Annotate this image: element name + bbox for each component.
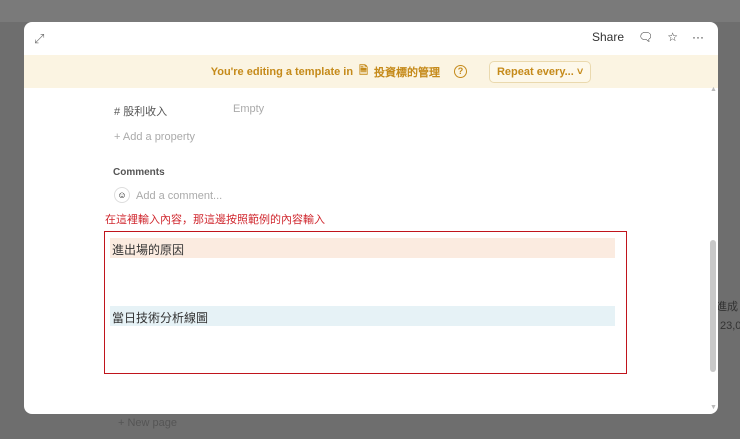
add-property-button[interactable]: + Add a property [114,131,195,143]
comments-heading: Comments [113,167,165,178]
repeat-label: Repeat every... [496,65,574,78]
background-column-header: 進成 [716,301,738,313]
share-button[interactable]: Share [592,30,624,44]
scrollbar-thumb[interactable] [710,240,716,372]
property-row[interactable]: # 股利收入 [114,103,167,119]
avatar: ☺ [114,187,130,203]
background-cell: 23,0 [720,320,740,332]
add-property-label: Add a property [122,131,196,143]
annotation-box: 進出場的原因 當日技術分析線圖 [104,231,627,374]
repeat-dropdown[interactable]: Repeat every... ˅ [488,60,592,83]
banner-text: You're editing a template in [210,65,354,78]
number-icon: # [114,106,121,118]
heading-block[interactable]: 進出場的原因 [110,238,615,258]
page-icon: 🗎 [359,65,368,77]
heading-block[interactable]: 當日技術分析線圖 [110,306,615,326]
help-icon[interactable]: ? [453,65,467,78]
background-overlay [0,0,740,22]
scrollbar[interactable]: ▲ ▼ [708,22,718,414]
scroll-up-icon[interactable]: ▲ [710,86,717,93]
comment-icon[interactable]: 🗨 [638,30,653,44]
annotation-hint: 在這裡輸入內容，那這邊按照範例的內容輸入 [105,214,325,226]
plus-icon: + [114,131,121,143]
template-modal: ⤢ Share 🗨 ☆ ··· You're editing a templat… [24,22,718,414]
star-icon[interactable]: ☆ [667,30,678,44]
more-icon[interactable]: ··· [692,30,704,44]
template-banner: You're editing a template in 🗎 投資標的管理 ? … [24,55,718,88]
page-content: # 股利收入 Empty + Add a property Comments ☺… [24,88,708,414]
modal-topbar: ⤢ Share 🗨 ☆ ··· [24,22,718,55]
comment-input[interactable]: Add a comment... [136,190,222,202]
property-name: 股利收入 [123,106,168,118]
property-value[interactable]: Empty [233,103,264,115]
template-page-link[interactable]: 投資標的管理 [374,64,440,80]
new-page-button: + New page [118,417,178,429]
expand-icon[interactable]: ⤢ [34,31,44,47]
scroll-down-icon[interactable]: ▼ [710,404,717,411]
